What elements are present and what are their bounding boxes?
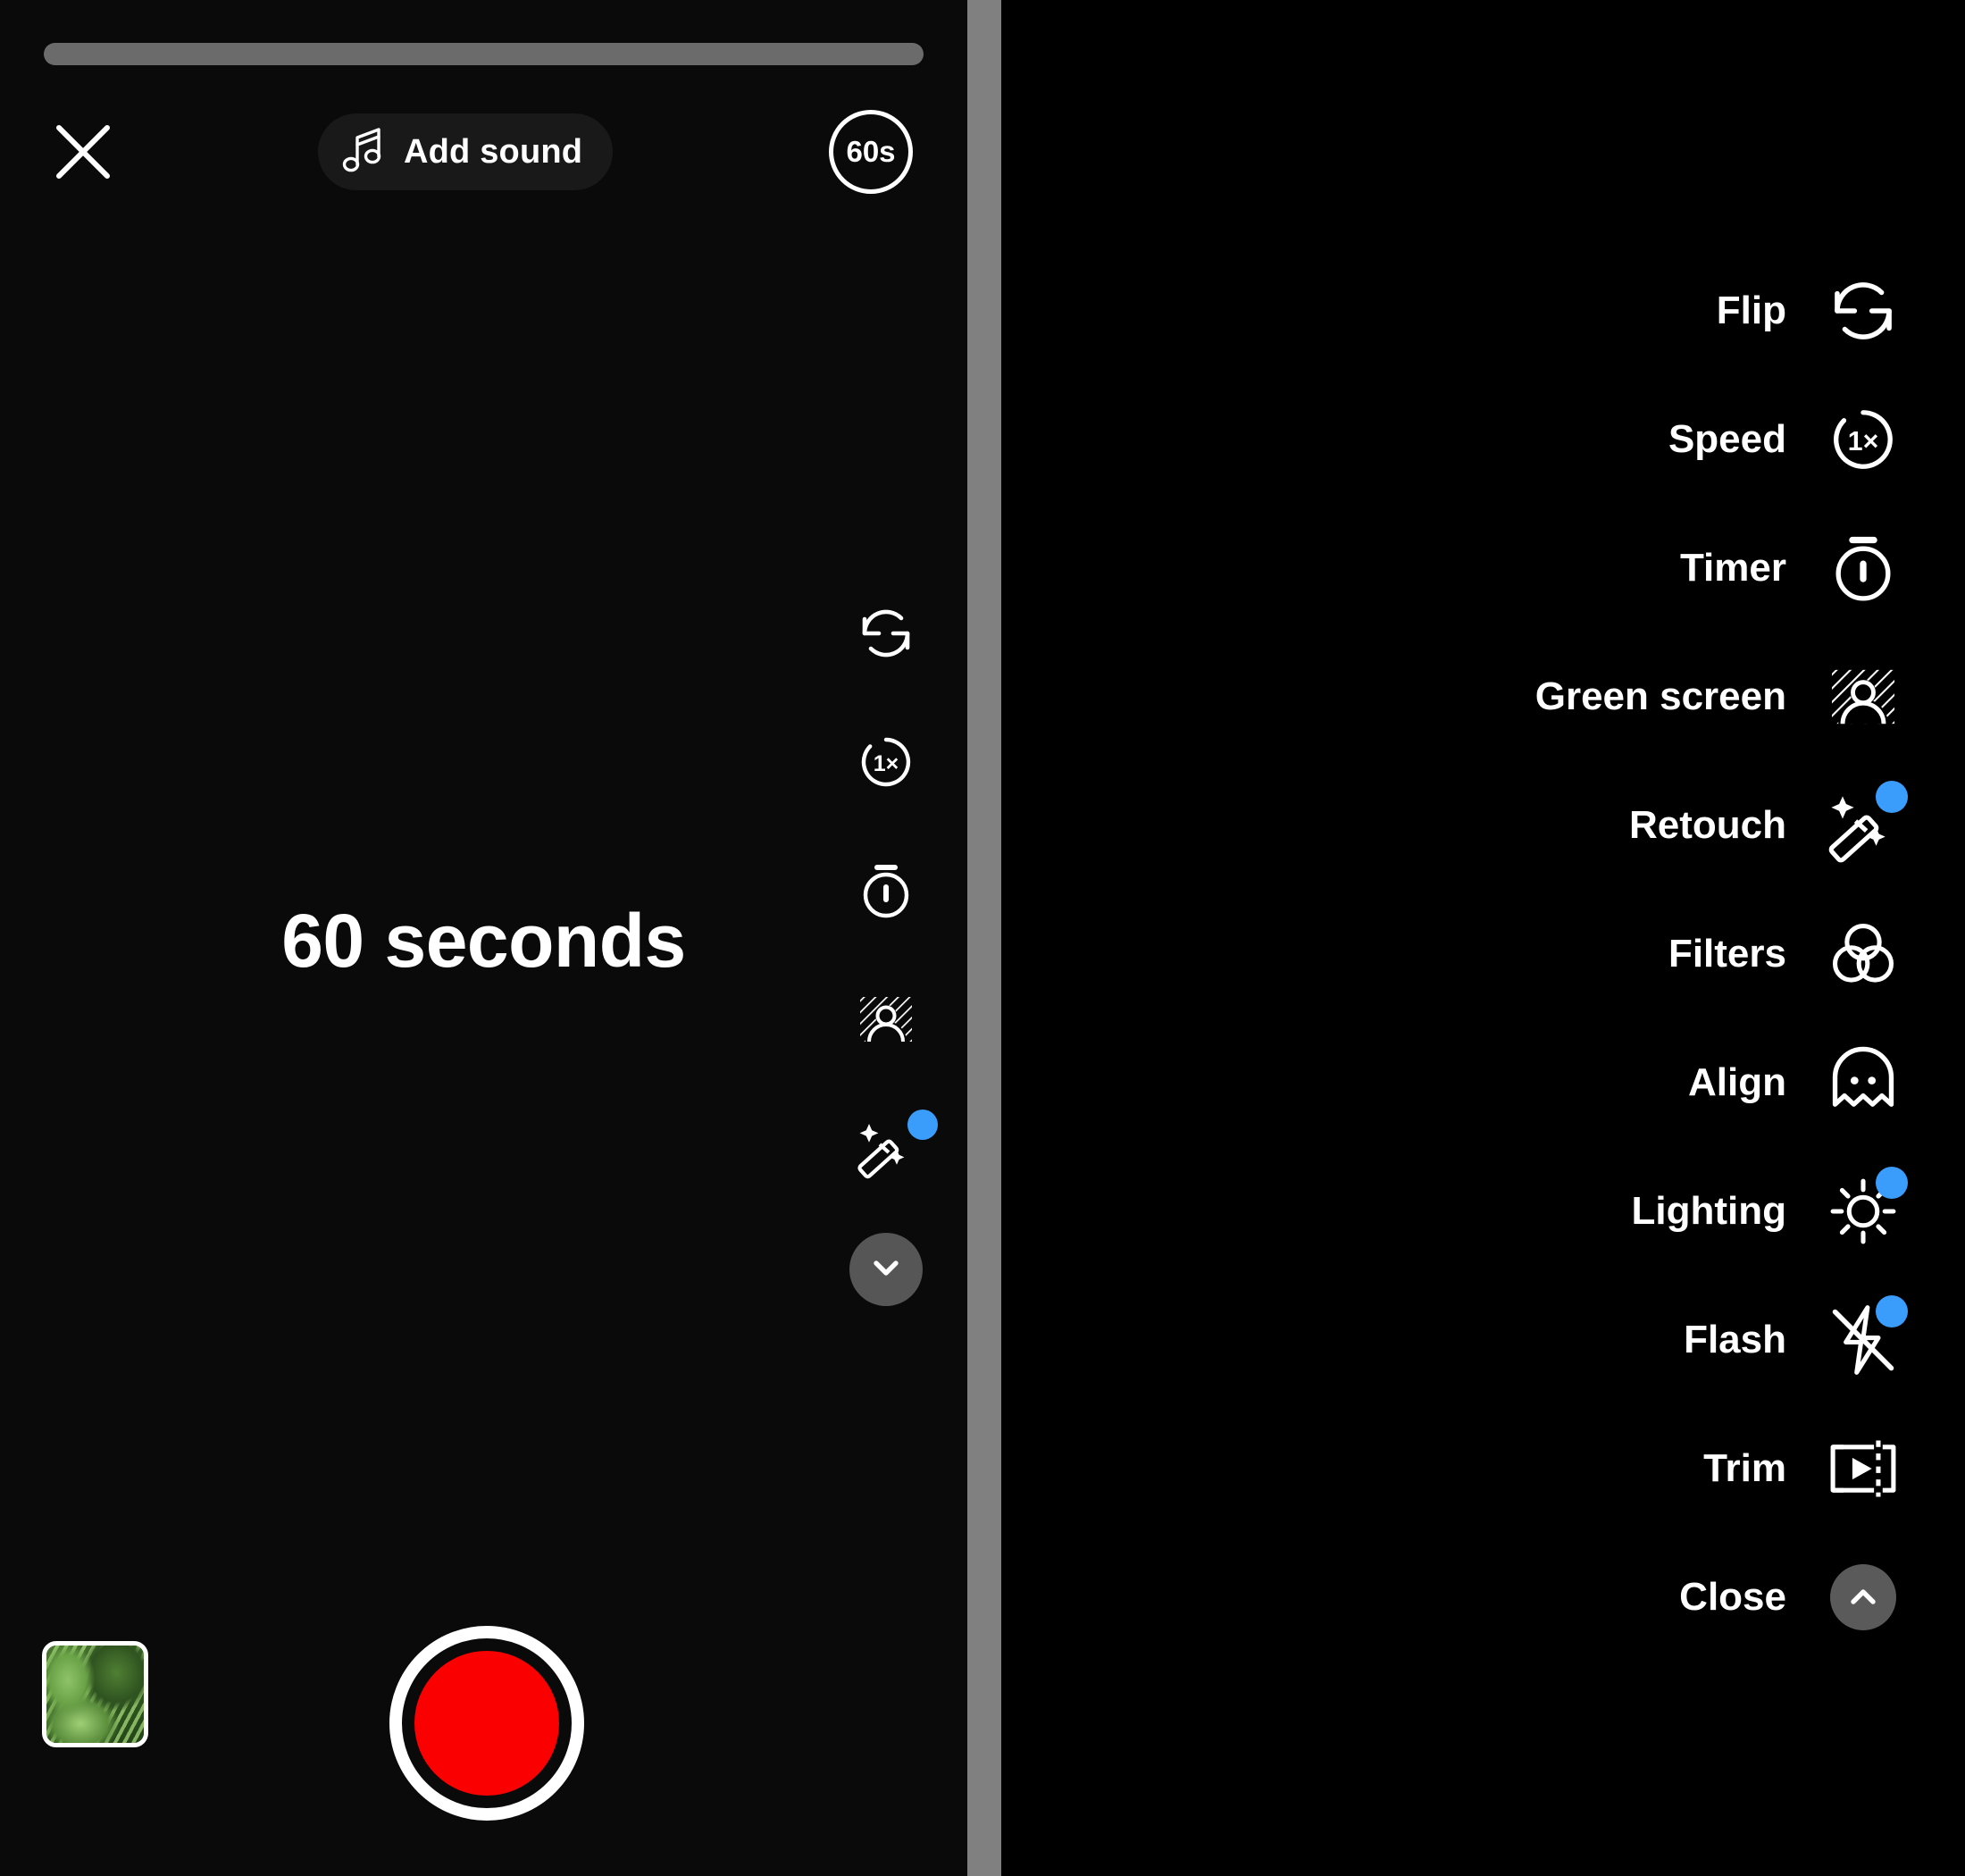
flash-off-icon — [1817, 1294, 1910, 1386]
menu-item-label: Speed — [1668, 417, 1786, 461]
duration-toggle-button[interactable]: 60s — [829, 110, 913, 194]
retouch-new-badge — [907, 1110, 938, 1140]
menu-item-label: Close — [1679, 1575, 1786, 1619]
menu-item-label: Filters — [1668, 932, 1786, 976]
camera-tool-strip: 1× — [824, 590, 949, 1306]
flash-new-badge — [1876, 1295, 1908, 1327]
lighting-new-badge — [1876, 1167, 1908, 1199]
camera-preview-panel: Add sound 60s 60 seconds 1× — [0, 0, 967, 1876]
timer-icon — [1817, 522, 1910, 615]
duration-label: 60s — [846, 135, 896, 168]
menu-item-label: Flash — [1684, 1318, 1786, 1361]
screenshot-root: Add sound 60s 60 seconds 1× Flip Speed 1… — [0, 0, 1965, 1876]
green-screen-icon — [1817, 650, 1910, 743]
speed-1x-icon: 1× — [1817, 393, 1910, 486]
menu-item-label: Trim — [1703, 1446, 1786, 1490]
menu-close-button[interactable] — [1817, 1551, 1910, 1644]
collapse-tools-button[interactable] — [849, 1233, 923, 1306]
record-indicator — [414, 1651, 559, 1796]
timer-icon — [852, 857, 920, 929]
flip-camera-icon — [852, 599, 920, 672]
strip-item-speed[interactable]: 1× — [824, 718, 949, 809]
strip-item-green-screen[interactable] — [824, 976, 949, 1067]
menu-item-speed[interactable]: Speed 1× — [1159, 393, 1910, 486]
retouch-new-badge — [1876, 781, 1908, 813]
menu-item-close[interactable]: Close — [1159, 1551, 1910, 1644]
magic-wand-icon — [1817, 779, 1910, 872]
chevron-down-icon — [866, 1248, 906, 1292]
menu-item-flash[interactable]: Flash — [1159, 1294, 1910, 1386]
speed-1x-icon: 1× — [852, 728, 920, 800]
strip-item-timer[interactable] — [824, 847, 949, 938]
filters-icon — [1817, 908, 1910, 1001]
countdown-text: 60 seconds — [281, 899, 686, 983]
menu-item-timer[interactable]: Timer — [1159, 522, 1910, 615]
green-screen-icon — [852, 985, 920, 1058]
panel-divider — [967, 0, 1001, 1876]
menu-item-flip[interactable]: Flip — [1159, 264, 1910, 357]
menu-item-label: Flip — [1716, 289, 1786, 332]
recording-progress-bar[interactable] — [44, 43, 924, 65]
menu-item-filters[interactable]: Filters — [1159, 908, 1910, 1001]
menu-item-retouch[interactable]: Retouch — [1159, 779, 1910, 872]
record-button[interactable] — [389, 1626, 584, 1821]
close-button[interactable] — [43, 112, 123, 192]
menu-item-green-screen[interactable]: Green screen — [1159, 650, 1910, 743]
menu-item-trim[interactable]: Trim — [1159, 1422, 1910, 1515]
strip-item-flip[interactable] — [824, 590, 949, 681]
menu-item-label: Retouch — [1629, 803, 1786, 847]
add-sound-label: Add sound — [404, 132, 583, 171]
menu-item-label: Align — [1688, 1060, 1786, 1104]
menu-item-label: Green screen — [1534, 674, 1786, 718]
svg-text:1×: 1× — [874, 751, 899, 776]
gallery-thumbnail-fern[interactable] — [42, 1641, 148, 1747]
menu-item-align[interactable]: Align — [1159, 1036, 1910, 1129]
flip-camera-icon — [1817, 264, 1910, 357]
trim-clip-icon — [1817, 1422, 1910, 1515]
add-sound-button[interactable]: Add sound — [318, 113, 614, 190]
strip-item-retouch[interactable] — [824, 1104, 949, 1195]
music-note-icon — [341, 127, 384, 178]
camera-top-bar: Add sound 60s — [0, 94, 967, 210]
tool-menu-list: Flip Speed 1× Timer Green screen Retouch… — [1159, 264, 1910, 1679]
menu-item-lighting[interactable]: Lighting — [1159, 1165, 1910, 1258]
chevron-up-icon — [1830, 1564, 1896, 1630]
ghost-align-icon — [1817, 1036, 1910, 1129]
svg-text:1×: 1× — [1848, 427, 1879, 456]
menu-item-label: Lighting — [1631, 1189, 1787, 1233]
tool-menu-panel: Flip Speed 1× Timer Green screen Retouch… — [1001, 0, 1965, 1876]
menu-item-label: Timer — [1679, 546, 1786, 590]
fern-photo — [46, 1646, 144, 1743]
close-icon — [52, 121, 114, 183]
sun-brightness-icon — [1817, 1165, 1910, 1258]
